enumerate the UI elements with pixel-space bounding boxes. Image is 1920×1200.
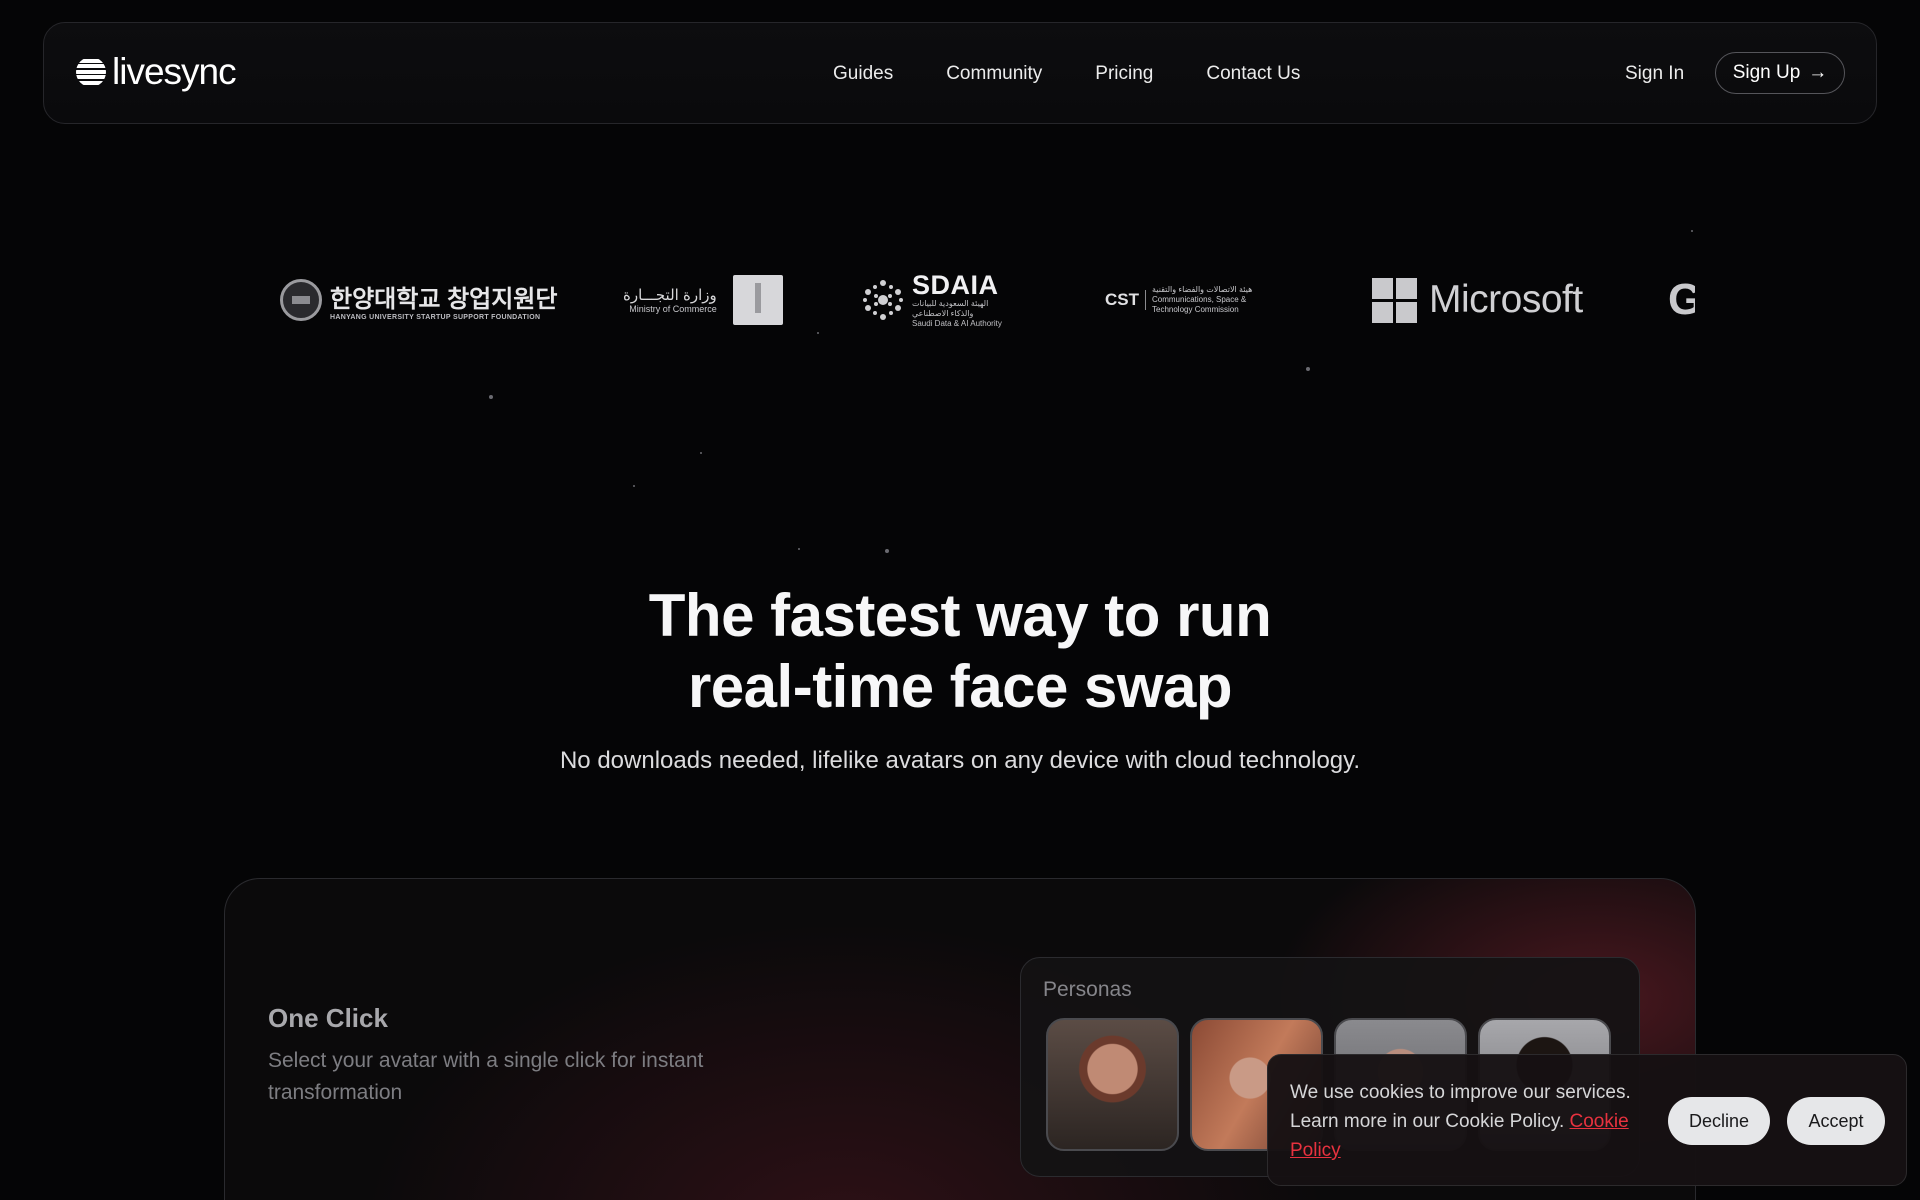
accept-button[interactable]: Accept [1787, 1097, 1885, 1145]
moc-arabic-name: وزارة التجـــارة [623, 287, 717, 304]
livesync-logo-icon [76, 57, 106, 87]
sdaia-arabic-line1: الهيئة السعودية للبيانات [912, 299, 989, 309]
star-particle [633, 485, 635, 487]
star-particle [817, 332, 819, 334]
partner-logos: 한양대학교 창업지원단 HANYANG UNIVERSITY STARTUP S… [280, 255, 1695, 345]
brand-name: livesync [112, 51, 237, 92]
navbar: livesync Guides Community Pricing Contac… [43, 22, 1877, 124]
sdaia-name: SDAIA [912, 270, 999, 301]
partial-logo-letter: G [1668, 275, 1695, 324]
sdaia-logo: SDAIA الهيئة السعودية للبيانات والذكاء ا… [860, 255, 1002, 345]
hanyang-seal-icon [280, 279, 322, 321]
hero-title: The fastest way to run real-time face sw… [0, 580, 1920, 722]
microsoft-windows-icon [1372, 277, 1417, 323]
star-particle [700, 452, 702, 454]
cookie-banner: We use cookies to improve our services. … [1267, 1054, 1907, 1186]
cst-mark: CST [1105, 290, 1146, 310]
personas-label: Personas [1043, 978, 1132, 1001]
nav-link-contact-us[interactable]: Contact Us [1206, 63, 1300, 85]
brand-logo[interactable]: livesync [76, 51, 237, 92]
microsoft-name: Microsoft [1429, 278, 1583, 321]
nav-links: Guides Community Pricing Contact Us [833, 23, 1300, 125]
cookie-message: We use cookies to improve our services. … [1290, 1078, 1660, 1165]
microsoft-logo: Microsoft [1372, 255, 1583, 345]
persona-avatar[interactable] [1046, 1018, 1179, 1151]
sdaia-arabic-line2: والذكاء الاصطناعي [912, 309, 974, 318]
sign-in-link[interactable]: Sign In [1625, 63, 1684, 85]
sign-up-button[interactable]: Sign Up → [1715, 52, 1845, 94]
hanyang-subtitle: HANYANG UNIVERSITY STARTUP SUPPORT FOUND… [330, 314, 541, 321]
feature-description: Select your avatar with a single click f… [268, 1049, 704, 1104]
hero-title-line2: real-time face swap [687, 653, 1233, 720]
hero-subtitle: No downloads needed, lifelike avatars on… [559, 747, 1361, 774]
hanyang-name: 한양대학교 창업지원단 [330, 286, 558, 313]
arrow-right-icon: → [1808, 62, 1828, 83]
star-particle [489, 395, 493, 399]
hero-title-line1: The fastest way to run [648, 582, 1272, 649]
cst-arabic-name: هيئة الاتصالات والفضاء والتقنية [1152, 285, 1253, 294]
star-particle [1306, 367, 1310, 371]
saudi-emblem-icon [732, 275, 783, 325]
nav-link-pricing[interactable]: Pricing [1095, 63, 1153, 85]
star-particle [1691, 230, 1693, 232]
star-particle [885, 549, 889, 553]
hanyang-logo: 한양대학교 창업지원단 HANYANG UNIVERSITY STARTUP S… [280, 255, 557, 345]
nav-link-guides[interactable]: Guides [833, 63, 893, 85]
cst-logo: CST هيئة الاتصالات والفضاء والتقنية Comm… [1105, 255, 1252, 345]
cst-english-line2: Technology Commission [1152, 305, 1239, 314]
sdaia-mark-icon [863, 280, 903, 320]
star-particle [798, 548, 800, 550]
feature-title: One Click [268, 1003, 388, 1033]
sign-up-label: Sign Up [1732, 62, 1801, 83]
nav-link-community[interactable]: Community [946, 63, 1042, 85]
sdaia-english-name: Saudi Data & AI Authority [912, 318, 1002, 328]
decline-button[interactable]: Decline [1668, 1097, 1770, 1145]
cst-english-line1: Communications, Space & [1152, 295, 1247, 304]
partial-logo: G [1668, 255, 1695, 345]
ministry-of-commerce-logo: وزارة التجـــارة Ministry of Commerce [623, 255, 783, 345]
moc-english-name: Ministry of Commerce [629, 304, 717, 314]
